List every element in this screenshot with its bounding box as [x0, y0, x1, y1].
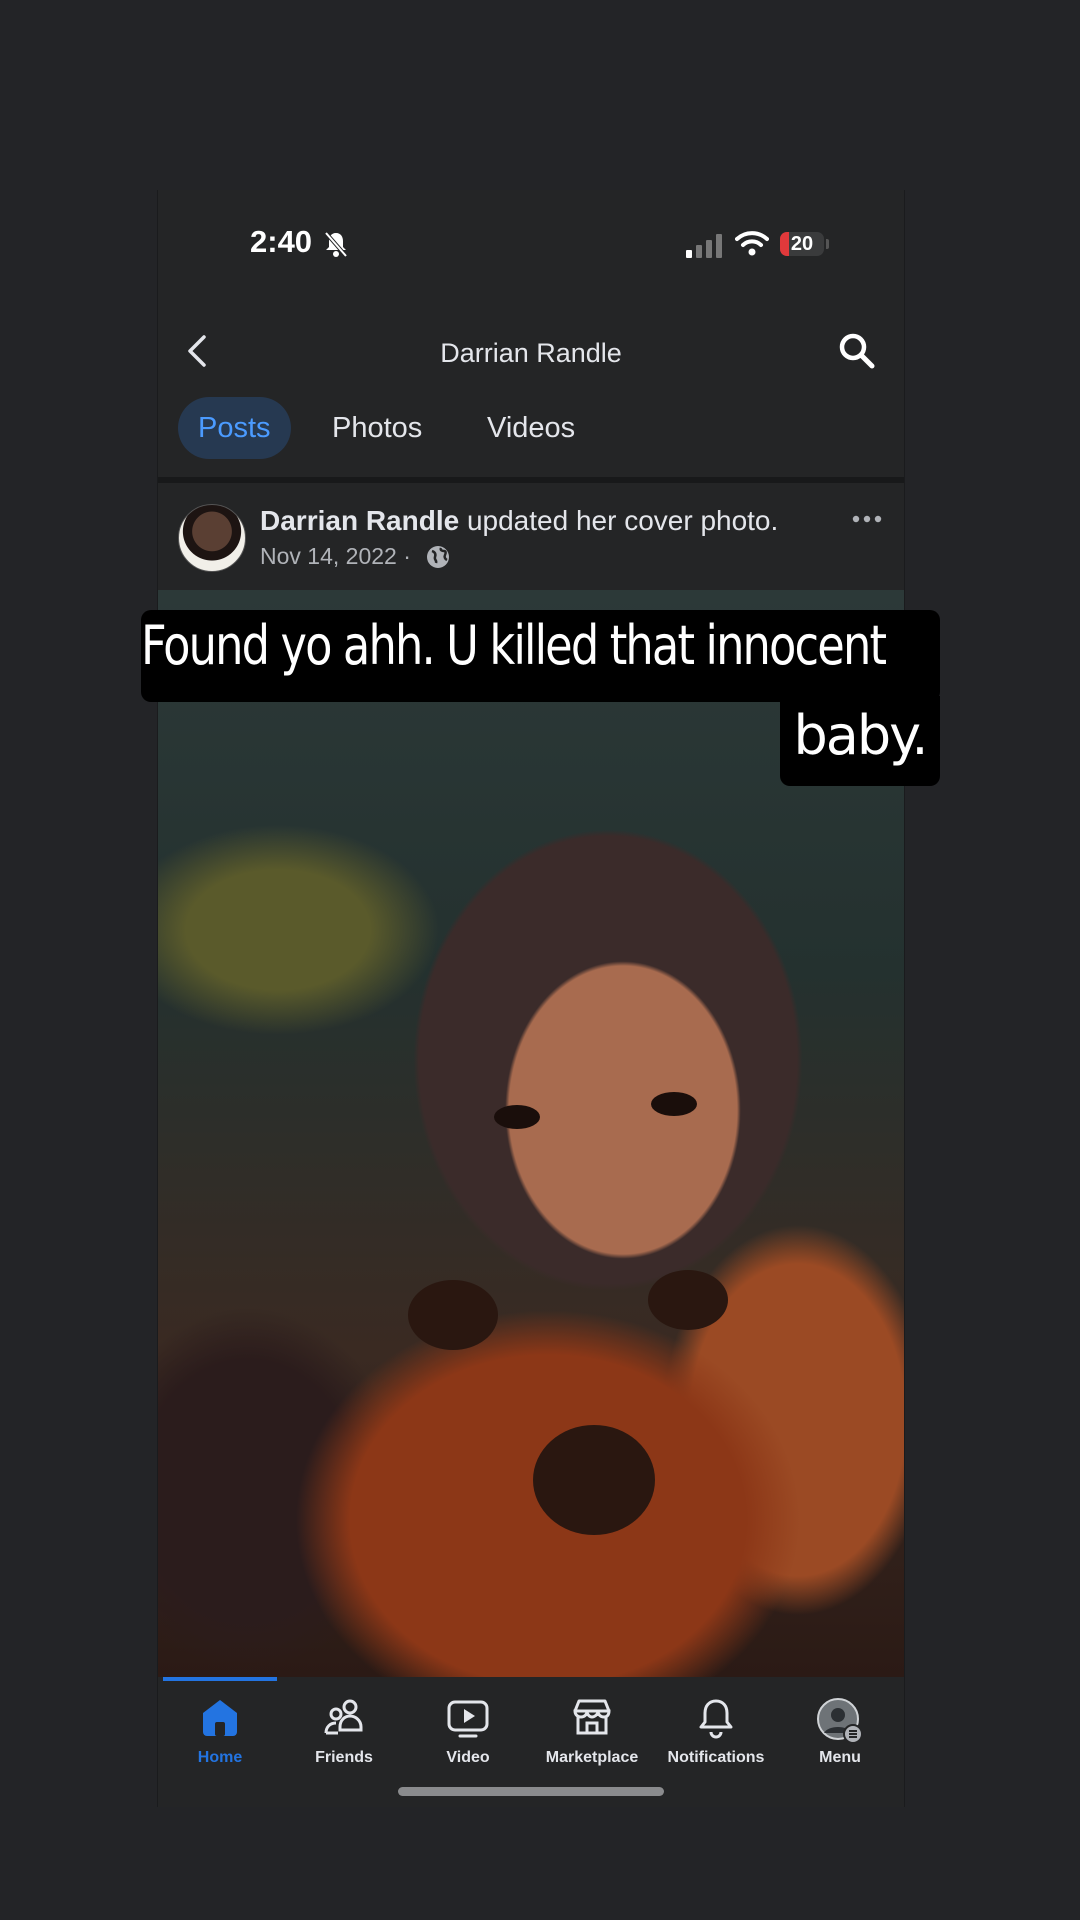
- nav-menu-label: Menu: [819, 1749, 861, 1766]
- nav-video-label: Video: [446, 1749, 490, 1766]
- top-nav: Darrian Randle: [158, 310, 904, 390]
- home-indicator[interactable]: [398, 1787, 664, 1796]
- profile-menu-icon: [778, 1697, 902, 1744]
- nav-notifications-label: Notifications: [667, 1749, 765, 1766]
- photo-detail: [651, 1092, 697, 1116]
- tab-posts[interactable]: Posts: [178, 397, 291, 459]
- marketplace-icon: [530, 1697, 654, 1743]
- battery-level: 20: [790, 233, 814, 255]
- wifi-icon: [735, 230, 769, 261]
- globe-icon: [426, 545, 450, 574]
- home-icon: [158, 1697, 282, 1743]
- photo-detail: [494, 1105, 540, 1129]
- nav-marketplace-label: Marketplace: [545, 1749, 639, 1766]
- friends-icon: [282, 1697, 406, 1743]
- nav-home[interactable]: Home: [158, 1677, 282, 1777]
- silent-bell-icon: [323, 230, 349, 263]
- post-author[interactable]: Darrian Randle: [260, 505, 459, 536]
- post-headline: Darrian Randle updated her cover photo.: [260, 505, 778, 537]
- battery-indicator: 20: [780, 232, 824, 256]
- nav-video[interactable]: Video: [406, 1677, 530, 1777]
- nav-home-label: Home: [197, 1749, 243, 1766]
- more-options-icon[interactable]: [852, 511, 882, 529]
- photo-detail: [533, 1425, 655, 1535]
- page-title: Darrian Randle: [440, 338, 622, 368]
- photo-detail: [648, 1270, 728, 1330]
- tab-photos[interactable]: Photos: [332, 397, 422, 459]
- bell-icon: [654, 1697, 778, 1743]
- search-icon[interactable]: [838, 332, 876, 375]
- nav-friends-label: Friends: [315, 1749, 373, 1766]
- video-icon: [406, 1697, 530, 1743]
- post-action: updated her cover photo.: [459, 505, 779, 536]
- tab-videos[interactable]: Videos: [487, 397, 575, 459]
- nav-friends[interactable]: Friends: [282, 1677, 406, 1777]
- photo-detail: [408, 1280, 498, 1350]
- post-header: Darrian Randle updated her cover photo. …: [158, 483, 904, 579]
- cover-photo[interactable]: [158, 590, 904, 1677]
- avatar[interactable]: [178, 504, 246, 572]
- post-date[interactable]: Nov 14, 2022 ·: [260, 543, 411, 570]
- nav-notifications[interactable]: Notifications: [654, 1677, 778, 1777]
- status-bar: 2:40 20: [158, 190, 904, 300]
- nav-menu[interactable]: Menu: [778, 1677, 902, 1777]
- status-time: 2:40: [250, 224, 313, 259]
- cellular-signal-icon: [686, 234, 724, 263]
- nav-marketplace[interactable]: Marketplace: [530, 1677, 654, 1777]
- bottom-nav: Home Friends Video Marketplace Notificat: [158, 1677, 904, 1807]
- phone-screen: 2:40 20 Darrian Randle Posts Photos Vide…: [157, 190, 905, 1807]
- battery-tip: [826, 239, 829, 249]
